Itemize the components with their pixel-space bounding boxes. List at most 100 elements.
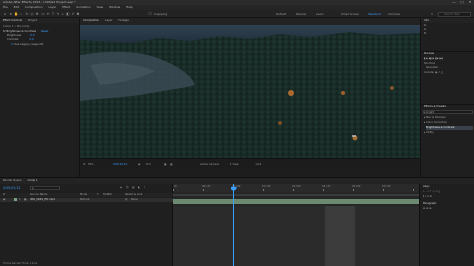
zoom-tool-icon[interactable]: ⌕ xyxy=(19,12,23,16)
eraser-tool-icon[interactable]: ◧ xyxy=(66,12,70,16)
camera-snapshot-icon[interactable]: ◉ xyxy=(138,163,140,167)
workspace-learn[interactable]: Learn xyxy=(316,12,324,17)
puppet-tool-icon[interactable]: ✱ xyxy=(76,12,80,16)
parent-pickwhip-icon[interactable]: @ xyxy=(125,198,128,202)
effects-category-color[interactable]: ▸ Color Correction xyxy=(424,121,447,125)
workspace-default[interactable]: Default xyxy=(276,12,286,17)
exposure-value[interactable]: +0.0 xyxy=(255,163,261,167)
roto-brush-tool-icon[interactable]: ✐ xyxy=(71,12,75,16)
menu-window[interactable]: Window xyxy=(109,5,120,9)
tab-composition[interactable]: Composition xyxy=(83,19,99,22)
forest-footage-image xyxy=(80,25,420,158)
layer-label-color[interactable] xyxy=(14,198,17,202)
hand-tool-icon[interactable]: ✋ xyxy=(14,12,18,16)
section-effects-presets-title[interactable]: Effects & Presets xyxy=(424,105,446,109)
menu-effect[interactable]: Effect xyxy=(62,5,70,9)
zoom-dropdown[interactable]: 50% xyxy=(88,163,94,167)
menu-animation[interactable]: Animation xyxy=(76,5,90,9)
layer-duration-bar[interactable] xyxy=(173,199,419,204)
motion-blur-icon[interactable]: ◐ xyxy=(138,186,140,190)
paragraph-align-icons[interactable]: ☰ ☰ ☰ xyxy=(423,207,432,211)
column-source-name[interactable]: Source Name xyxy=(30,193,47,197)
clone-stamp-tool-icon[interactable]: ⊥ xyxy=(61,12,65,16)
menu-file[interactable]: File xyxy=(3,5,8,9)
playhead-line[interactable] xyxy=(233,184,234,266)
effect-reset-link[interactable]: Reset xyxy=(41,29,49,33)
workspace-small-screen[interactable]: Small Screen xyxy=(341,12,359,17)
label-color-swatch xyxy=(14,198,17,201)
use-legacy-option[interactable]: ☑ Use Legacy (supports xyxy=(11,42,43,46)
workspace-review[interactable]: Review xyxy=(296,12,306,17)
effect-layer-label: Comp 1 • Pre-comp xyxy=(3,24,30,28)
snapping-checkbox-icon[interactable]: ☐ xyxy=(148,12,152,16)
tab-paragraph[interactable]: Paragraph xyxy=(423,202,436,206)
rectangle-tool-icon[interactable]: ▭ xyxy=(41,12,45,16)
column-parent: Parent & Link xyxy=(125,193,143,196)
tab-render-queue[interactable]: Render Queue xyxy=(3,179,22,182)
info-panel-tab: Info xyxy=(421,18,474,23)
section-info-title[interactable]: Info xyxy=(424,19,429,22)
rotate-tool-icon[interactable]: ↻ xyxy=(25,12,29,16)
layer-name[interactable]: IMG_5629_HD.mp4 xyxy=(30,198,55,202)
ruler-tick xyxy=(203,189,204,191)
workspace-standard[interactable]: Standard xyxy=(368,12,381,17)
layer-mode-dropdown[interactable]: Normal xyxy=(80,198,89,202)
camera-tool-icon[interactable]: ◎ xyxy=(30,12,34,16)
workspace-libraries[interactable]: Libraries xyxy=(388,12,400,17)
timeline-timecode[interactable]: 0;00;01;12 xyxy=(3,186,20,190)
timeline-track-area[interactable]: 0f 00:15f 01:00f 01:15f 02:00f 02:15f 03… xyxy=(173,184,419,266)
preview-transport-controls[interactable]: ▮◀ ◀▮ ▶ ▮▶ ▶▮ xyxy=(424,57,443,61)
resolution-dropdown[interactable]: Full xyxy=(146,163,150,167)
tab-effect-controls[interactable]: Effect Controls xyxy=(3,19,22,22)
ruler-label: 0f xyxy=(174,185,177,188)
work-area-bar[interactable] xyxy=(173,194,419,196)
viewer-timecode[interactable]: 0;00;01;12 xyxy=(113,163,127,167)
footage-icon: ▣ xyxy=(24,198,27,201)
tab-comp-1[interactable]: Comp 1 xyxy=(28,179,38,182)
tab-project[interactable]: Project xyxy=(28,19,37,22)
layer-search-input[interactable]: ρ xyxy=(30,186,60,190)
menu-edit[interactable]: Edit xyxy=(14,5,19,9)
parent-dropdown[interactable]: None xyxy=(131,198,138,202)
selection-tool-icon[interactable]: ➤ xyxy=(9,12,13,16)
tab-layer[interactable]: Layer xyxy=(105,19,112,22)
more-workspaces-icon[interactable]: » xyxy=(430,12,434,16)
search-placeholder: Search Help xyxy=(444,12,460,16)
distribute-icons[interactable]: ⫼ ⫾ ≡ ≣ xyxy=(423,195,432,199)
visibility-eye-icon[interactable]: ◉ xyxy=(3,198,5,202)
effects-category-blur[interactable]: ▸ Blur & Sharpen xyxy=(424,116,446,120)
effects-search-input[interactable]: ρ bright xyxy=(423,110,473,114)
camera-dropdown[interactable]: Active Camera xyxy=(200,163,219,167)
tab-footage[interactable]: Footage xyxy=(118,19,128,22)
viewer-settings-icon[interactable]: ⚙ xyxy=(83,163,85,167)
pen-tool-icon[interactable]: ✒ xyxy=(46,12,50,16)
effect-item-brightness-contrast[interactable]: Brightness & Contrast xyxy=(426,126,473,130)
effects-category-utility[interactable]: ▸ Utility xyxy=(424,131,434,135)
menu-composition[interactable]: Composition xyxy=(25,5,42,9)
left-panel-tabs: Effect Controls Project xyxy=(0,18,79,23)
type-tool-icon[interactable]: T xyxy=(51,12,55,16)
home-icon[interactable]: ⌂ xyxy=(3,12,7,16)
shy-layers-icon[interactable]: ☺ xyxy=(126,186,129,190)
frame-blending-icon[interactable]: ▤ xyxy=(132,186,134,190)
views-dropdown[interactable]: 1 View xyxy=(230,163,239,167)
tab-align[interactable]: Align xyxy=(423,185,430,189)
brush-tool-icon[interactable]: ✎ xyxy=(56,12,60,16)
help-search-input[interactable]: Search Help xyxy=(438,11,471,17)
include-options[interactable]: Include: ◉ ♪ ▢ xyxy=(424,71,443,75)
section-preview-title[interactable]: Preview xyxy=(424,52,434,56)
ruler-tick xyxy=(323,189,324,191)
pan-behind-tool-icon[interactable]: ✥ xyxy=(35,12,39,16)
region-of-interest-icon[interactable]: ▣ xyxy=(164,163,166,167)
graph-editor-icon[interactable]: ⌇ xyxy=(144,186,145,190)
transparency-grid-icon[interactable]: ▦ xyxy=(170,163,172,167)
menu-layer[interactable]: Layer xyxy=(48,5,56,9)
contrast-label: Contrast xyxy=(7,37,19,41)
composition-frame[interactable] xyxy=(80,25,420,158)
draft-3d-icon[interactable]: ◈ xyxy=(120,186,122,190)
shortcut-dropdown[interactable]: Spacebar xyxy=(426,66,438,70)
contrast-value[interactable]: 0.0 xyxy=(29,37,33,41)
menu-view[interactable]: View xyxy=(97,5,104,9)
menu-help[interactable]: Help xyxy=(126,5,132,9)
align-icons[interactable]: ⊢ ⊣ ⊤ ⊥ ▭ ▯ xyxy=(423,190,440,194)
